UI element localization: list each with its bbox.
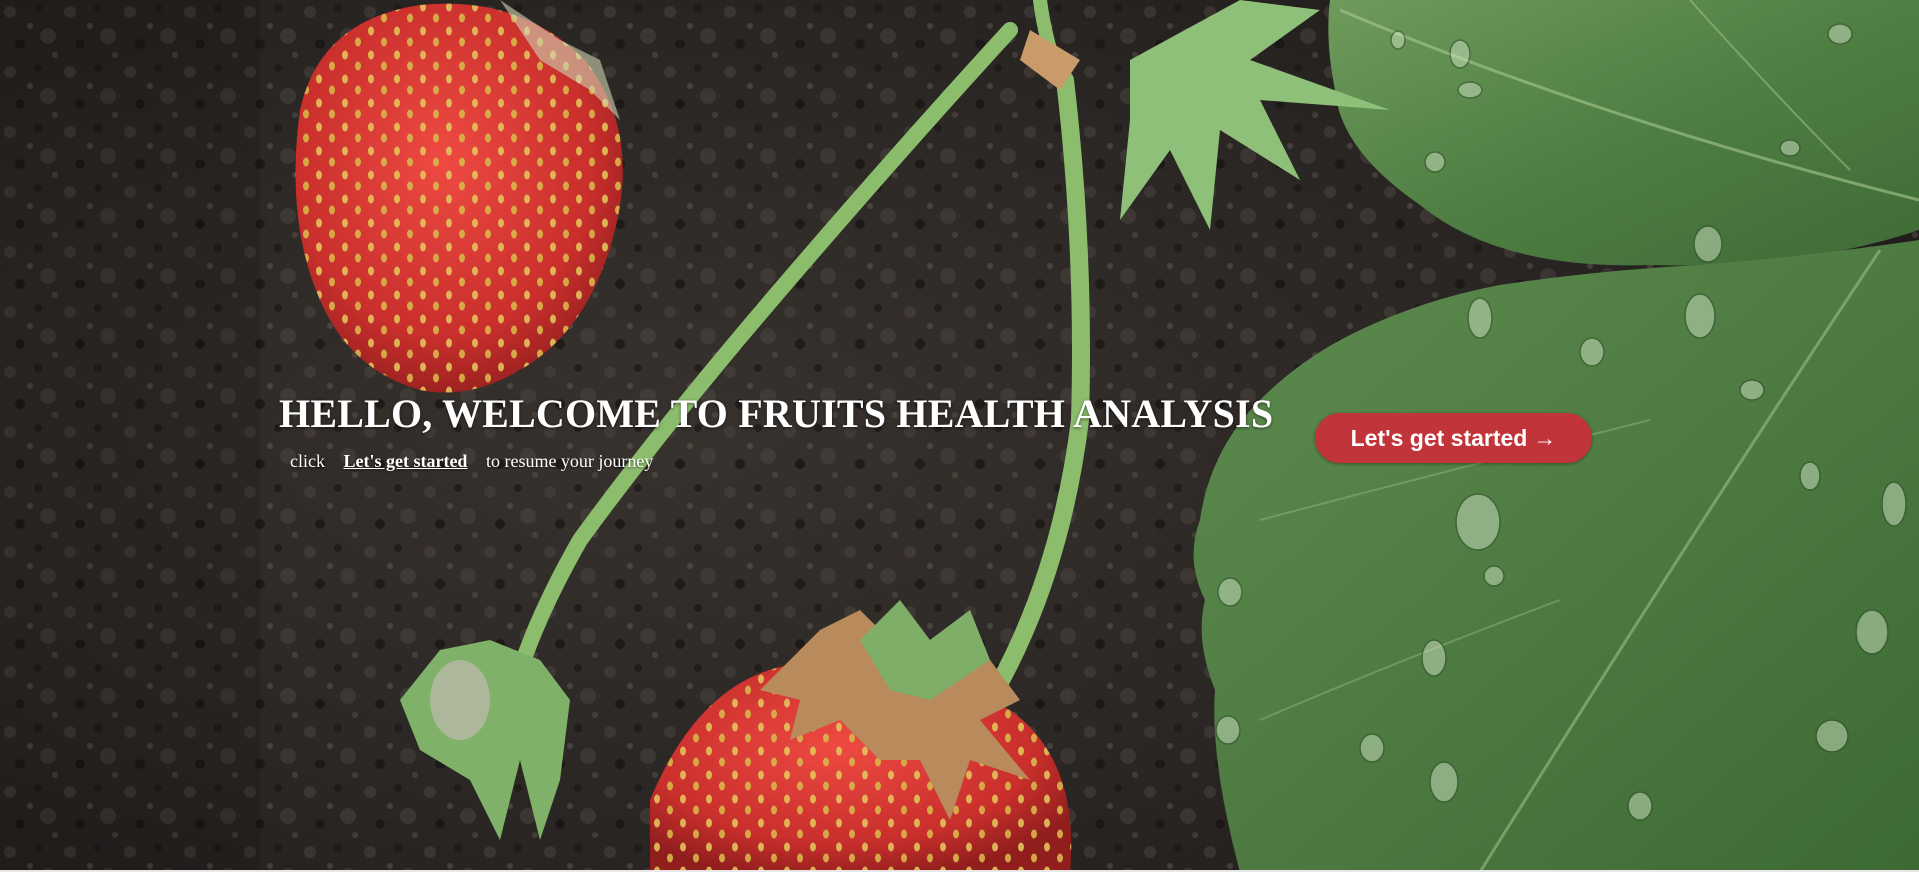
- subtitle-prefix: click: [290, 451, 325, 471]
- get-started-button[interactable]: Let's get started →: [1315, 413, 1592, 463]
- get-started-link[interactable]: Let's get started: [343, 451, 467, 471]
- hero-title: HELLO, WELCOME TO FRUITS HEALTH ANALYSIS: [279, 391, 1274, 436]
- hero-subtitle: click Let's get started to resume your j…: [290, 451, 653, 472]
- get-started-button-label: Let's get started: [1350, 424, 1528, 451]
- subtitle-suffix: to resume your journey: [485, 451, 654, 471]
- arrow-right-icon: →: [1533, 424, 1557, 451]
- hero-section: HELLO, WELCOME TO FRUITS HEALTH ANALYSIS…: [0, 0, 1919, 872]
